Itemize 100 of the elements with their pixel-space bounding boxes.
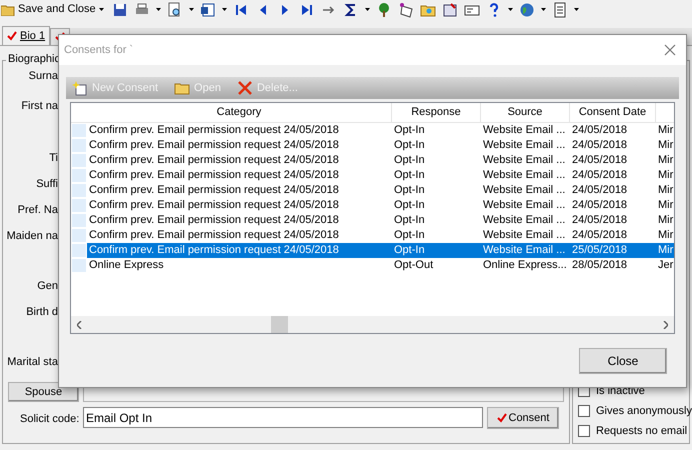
table-cell-text: Online Express [88, 258, 165, 273]
scrollbar-thumb[interactable] [271, 316, 288, 333]
field-label: Birth d [26, 305, 58, 320]
field-label: First na [21, 99, 58, 114]
table-cell-text: Opt-In [393, 138, 426, 153]
checkbox-label: Gives anonymously [596, 404, 692, 419]
table-cell-text: 24/05/2018 [571, 228, 628, 243]
document-icon[interactable] [200, 2, 216, 18]
close-button[interactable]: Close [579, 348, 667, 374]
caret-icon[interactable] [540, 8, 546, 11]
delete-icon [236, 80, 253, 96]
table-cell-text: Confirm prev. Email permission request 24/05/2018 [88, 198, 340, 213]
field-label: Marital sta [7, 355, 58, 370]
table-row[interactable]: Confirm prev. Email permission request 24/05/2018 Opt-In Website Email ... 24/05/2018 Mir [71, 153, 674, 168]
table-cell-text: Opt-In [393, 243, 426, 258]
caret-icon[interactable] [574, 8, 579, 11]
caret-icon[interactable] [188, 8, 194, 11]
field-label: Suffi [36, 177, 58, 192]
table-cell-text: Confirm prev. Email permission request 24/05/2018 [88, 153, 340, 168]
table-cell-text: Website Email ... [482, 123, 566, 138]
caret-icon[interactable] [222, 8, 227, 11]
table-cell-text: Website Email ... [482, 153, 566, 168]
table-cell-text: Mir [657, 228, 674, 243]
checkbox-label: Requests no email [596, 424, 688, 439]
table-cell-text: Mir [657, 198, 674, 213]
table-cell-text: Confirm prev. Email permission request 24/05/2018 [88, 138, 340, 153]
table-cell-text: Online Express... [482, 258, 568, 273]
table-row[interactable]: Confirm prev. Email permission request 24/05/2018 Opt-In Website Email ... 24/05/2018 Mir [71, 213, 674, 228]
table-cell-text: Mir [657, 123, 674, 138]
spouse-button[interactable]: Spouse [8, 382, 79, 402]
table-cell-text: 24/05/2018 [571, 198, 628, 213]
table-row[interactable]: Confirm prev. Email permission request 24/05/2018 Opt-In Website Email ... 24/05/2018 Mir [71, 183, 674, 198]
dialog-title: Consents for ` [64, 42, 134, 58]
table-cell-text: Website Email ... [482, 228, 566, 243]
table-row[interactable]: Confirm prev. Email permission request 24/05/2018 Opt-In Website Email ... 24/05/2018 Mir [71, 123, 674, 138]
table-cell-text: Opt-In [393, 228, 426, 243]
table-cell-text: Opt-In [393, 153, 426, 168]
folder-icon [174, 81, 190, 95]
column-header[interactable]: Response [392, 103, 481, 122]
page-icon[interactable] [552, 2, 568, 18]
field-label: Ti [49, 151, 58, 166]
globe-icon[interactable] [518, 2, 535, 18]
table-cell-text: Mir [657, 168, 674, 183]
scroll-left-icon[interactable] [77, 320, 82, 328]
table-cell-text: 28/05/2018 [571, 258, 628, 273]
table-row[interactable]: Confirm prev. Email permission request 24/05/2018 Opt-In Website Email ... 24/05/2018 Mir [71, 168, 674, 183]
table-cell-text: Website Email ... [482, 168, 566, 183]
table-cell-text: Mir [657, 153, 674, 168]
table-cell-text: 24/05/2018 [571, 183, 628, 198]
table-cell-text: Website Email ... [482, 138, 566, 153]
table-cell-text: Opt-In [393, 168, 426, 183]
scroll-right-icon[interactable] [663, 320, 668, 328]
pin-note-icon[interactable] [398, 2, 414, 18]
tab[interactable]: Bio 1 [2, 26, 50, 45]
table-cell-text: Mir [657, 243, 674, 258]
solicit-code-label: Solicit code: [20, 412, 80, 427]
table-cell-text: Mir [657, 138, 674, 153]
table-cell-text: Website Email ... [482, 183, 566, 198]
field-label: Gen [37, 279, 58, 294]
caret-icon[interactable] [364, 8, 370, 11]
table-cell-text: Confirm prev. Email permission request 24/05/2018 [88, 213, 340, 228]
table-cell-text: 24/05/2018 [571, 138, 628, 153]
solicit-code-field[interactable]: Email Opt In [83, 407, 483, 428]
column-header[interactable]: Consent Date [570, 103, 656, 122]
table-row[interactable]: Confirm prev. Email permission request 24/05/2018 Opt-In Website Email ... 24/05/2018 Mir [71, 228, 674, 243]
table-cell-text: Confirm prev. Email permission request 24/05/2018 [88, 168, 340, 183]
table-cell-text: Mir [657, 213, 674, 228]
caret-icon[interactable] [156, 8, 161, 11]
column-header[interactable]: Source [481, 103, 570, 122]
field-label: Maiden na [6, 229, 58, 244]
table-cell-text: Opt-In [393, 123, 426, 138]
table-cell-text: Website Email ... [482, 243, 566, 258]
close-icon[interactable] [664, 44, 676, 56]
consent-button[interactable]: Consent [487, 407, 559, 429]
table-row[interactable]: Confirm prev. Email permission request 24/05/2018 Opt-In Website Email ... 24/05/2018 Mir [71, 138, 674, 153]
table-row[interactable]: Online Express Opt-Out Online Express... 28/05/2018 Jer [71, 258, 674, 273]
table-cell-text: Confirm prev. Email permission request 24/05/2018 [88, 228, 340, 243]
table-cell-text: Opt-In [393, 213, 426, 228]
field-label: Surna [28, 69, 58, 84]
table-cell-text: Confirm prev. Email permission request 24/05/2018 [88, 183, 340, 198]
column-header[interactable]: Category [87, 103, 392, 122]
save-icon[interactable] [112, 2, 128, 18]
table-cell-text: Website Email ... [482, 198, 566, 213]
table-cell-text: Website Email ... [482, 213, 566, 228]
table-cell-text: 24/05/2018 [571, 168, 628, 183]
table-cell-text: Jer [657, 258, 674, 273]
table-cell-text: 25/05/2018 [571, 243, 628, 258]
caret-icon[interactable] [508, 8, 513, 11]
field-label: Pref. Na [18, 203, 58, 218]
checkbox[interactable] [578, 405, 590, 417]
table-cell-text: 24/05/2018 [571, 123, 628, 138]
horizontal-scrollbar[interactable] [71, 316, 674, 333]
table-cell-text: Opt-In [393, 183, 426, 198]
folder-icon [1, 4, 15, 16]
new-document-icon [72, 80, 88, 96]
checkbox[interactable] [578, 425, 590, 437]
table-cell-text: Confirm prev. Email permission request 24/05/2018 [88, 243, 340, 258]
table-row[interactable]: Confirm prev. Email permission request 24/05/2018 Opt-In Website Email ... 24/05/2018 Mir [71, 198, 674, 213]
save-and-close-button[interactable]: Save and Close [1, 1, 106, 18]
caret-icon[interactable] [98, 8, 104, 11]
